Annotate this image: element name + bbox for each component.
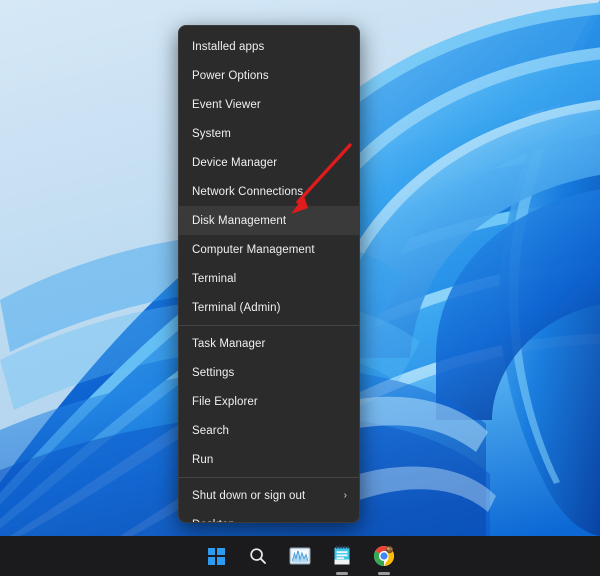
google-chrome-icon [373,545,395,567]
menu-item-label: Terminal (Admin) [192,301,281,314]
menu-item-label: Search [192,424,230,437]
menu-item-power-options[interactable]: Power Options [179,61,359,90]
notepad-button[interactable] [327,541,357,575]
windows-logo-icon [207,547,225,565]
menu-item-label: Desktop [192,519,349,523]
menu-item-label: System [192,127,231,140]
menu-item-device-manager[interactable]: Device Manager [179,148,359,177]
start-button[interactable] [201,541,231,571]
menu-item-label: File Explorer [192,395,258,408]
menu-item-disk-management[interactable]: Disk Management [179,206,359,235]
taskbar[interactable] [0,536,600,576]
menu-item-label: Disk Management [192,214,287,227]
menu-item-run[interactable]: Run [179,445,359,474]
menu-item-label: Computer Management [192,243,315,256]
search-button[interactable] [243,541,273,571]
menu-item-label: Task Manager [192,337,266,350]
running-indicator [336,572,348,575]
screen: Installed apps Power Options Event Viewer S… [0,0,600,576]
chrome-button[interactable] [369,541,399,575]
search-icon [248,546,268,566]
running-indicator [378,572,390,575]
menu-item-file-explorer[interactable]: File Explorer [179,387,359,416]
menu-item-label: Shut down or sign out [192,489,306,502]
menu-item-event-viewer[interactable]: Event Viewer [179,90,359,119]
chevron-right-icon: › [343,489,347,501]
menu-item-label: Run [192,453,214,466]
menu-item-label: Installed apps [192,40,265,53]
menu-item-computer-management[interactable]: Computer Management [179,235,359,264]
menu-item-settings[interactable]: Settings [179,358,359,387]
menu-item-search[interactable]: Search [179,416,359,445]
power-user-context-menu[interactable]: Installed apps Power Options Event Viewer S… [178,25,360,523]
menu-item-label: Device Manager [192,156,278,169]
notepad-icon [333,545,351,567]
task-manager-icon [289,546,311,566]
menu-item-installed-apps[interactable]: Installed apps [179,32,359,61]
menu-item-terminal-admin[interactable]: Terminal (Admin) [179,293,359,322]
menu-item-network-connections[interactable]: Network Connections [179,177,359,206]
menu-separator [179,477,359,478]
menu-item-shut-down-or-sign-out[interactable]: Shut down or sign out › [179,481,359,510]
menu-item-label: Power Options [192,69,269,82]
menu-item-label: Terminal [192,272,237,285]
menu-item-label: Event Viewer [192,98,261,111]
menu-item-label: Network Connections [192,185,304,198]
menu-item-label: Settings [192,366,235,379]
menu-item-system[interactable]: System [179,119,359,148]
menu-separator [179,325,359,326]
menu-item-desktop[interactable]: Desktop [179,510,359,523]
menu-item-task-manager[interactable]: Task Manager [179,329,359,358]
task-manager-button[interactable] [285,541,315,571]
menu-item-terminal[interactable]: Terminal [179,264,359,293]
